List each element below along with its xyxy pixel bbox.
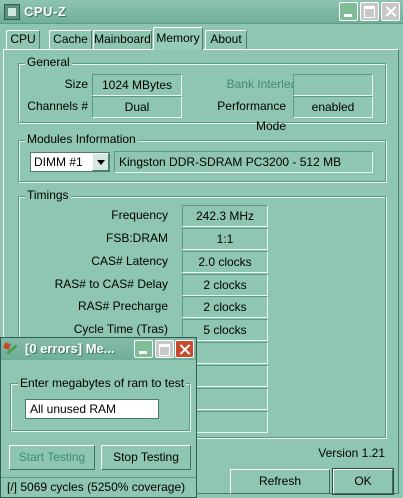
maximize-icon[interactable] <box>155 340 174 358</box>
performance-mode-label: Performance Mode <box>217 99 286 133</box>
tab-mainboard[interactable]: Mainboard <box>93 30 152 49</box>
memtest-input-label: Enter megabytes of ram to test <box>18 376 187 390</box>
status-text: 5069 cycles (5250% coverage) <box>20 480 186 494</box>
timing-label-cycle-time: Cycle Time (Tras) <box>73 322 168 336</box>
version-label: Version 1.21 <box>318 446 385 460</box>
timing-value-fsb-dram: 1:1 <box>182 228 268 250</box>
bank-interleave-value <box>293 74 373 96</box>
timing-value-ras-to-cas: 2 clocks <box>182 274 268 296</box>
status-spinner: [/] <box>7 480 18 494</box>
channels-label: Channels # <box>27 99 88 113</box>
general-group-label: General <box>25 55 72 69</box>
memtest-window: [0 errors] Me... Enter megabytes of ram … <box>0 337 197 498</box>
memtest-status-bar: [/] 5069 cycles (5250% coverage) <box>1 477 196 497</box>
timing-label-ras-to-cas: RAS# to CAS# Delay <box>54 277 168 291</box>
minimize-icon[interactable] <box>134 340 153 358</box>
size-label: Size <box>64 77 88 91</box>
performance-mode-value: enabled <box>293 96 373 118</box>
tab-about[interactable]: About <box>205 30 247 49</box>
dimm-select-value: DIMM #1 <box>34 155 83 169</box>
channels-value: Dual <box>92 96 182 118</box>
chevron-down-icon[interactable] <box>92 153 109 171</box>
timing-label-ras-precharge: RAS# Precharge <box>77 299 168 313</box>
window-title: CPU-Z <box>24 4 67 19</box>
tab-cpu[interactable]: CPU <box>6 30 40 49</box>
timing-label-cas-latency: CAS# Latency <box>91 254 168 268</box>
tab-cache[interactable]: Cache <box>49 30 92 49</box>
close-icon[interactable] <box>381 2 400 21</box>
refresh-button[interactable]: Refresh <box>230 469 330 494</box>
title-bar[interactable]: CPU-Z <box>0 0 403 24</box>
module-description: Kingston DDR-SDRAM PC3200 - 512 MB <box>114 151 373 173</box>
megabytes-input[interactable]: All unused RAM <box>25 399 159 419</box>
stop-testing-button[interactable]: Stop Testing <box>101 445 191 470</box>
memtest-app-icon <box>4 341 21 357</box>
modules-group-label: Modules Information <box>25 132 138 146</box>
timing-value-frequency: 242.3 MHz <box>182 205 268 227</box>
minimize-icon[interactable] <box>339 2 358 21</box>
cpu-z-app-icon <box>4 4 20 20</box>
maximize-icon[interactable] <box>360 2 379 21</box>
timing-label-fsb-dram: FSB:DRAM <box>105 231 168 245</box>
timing-label-frequency: Frequency <box>111 208 168 222</box>
ok-button[interactable]: OK <box>332 468 394 495</box>
memtest-title: [0 errors] Me... <box>25 341 115 356</box>
start-testing-button[interactable]: Start Testing <box>9 445 95 470</box>
timing-value-ras-precharge: 2 clocks <box>182 296 268 318</box>
bank-interleave-label: Bank Interleave <box>226 77 310 91</box>
size-value: 1024 MBytes <box>92 74 182 96</box>
memtest-title-bar[interactable]: [0 errors] Me... <box>1 338 196 360</box>
timing-value-cas-latency: 2.0 clocks <box>182 251 268 273</box>
timings-group-label: Timings <box>25 188 71 202</box>
tab-memory[interactable]: Memory <box>153 27 203 50</box>
close-icon[interactable] <box>175 340 194 358</box>
